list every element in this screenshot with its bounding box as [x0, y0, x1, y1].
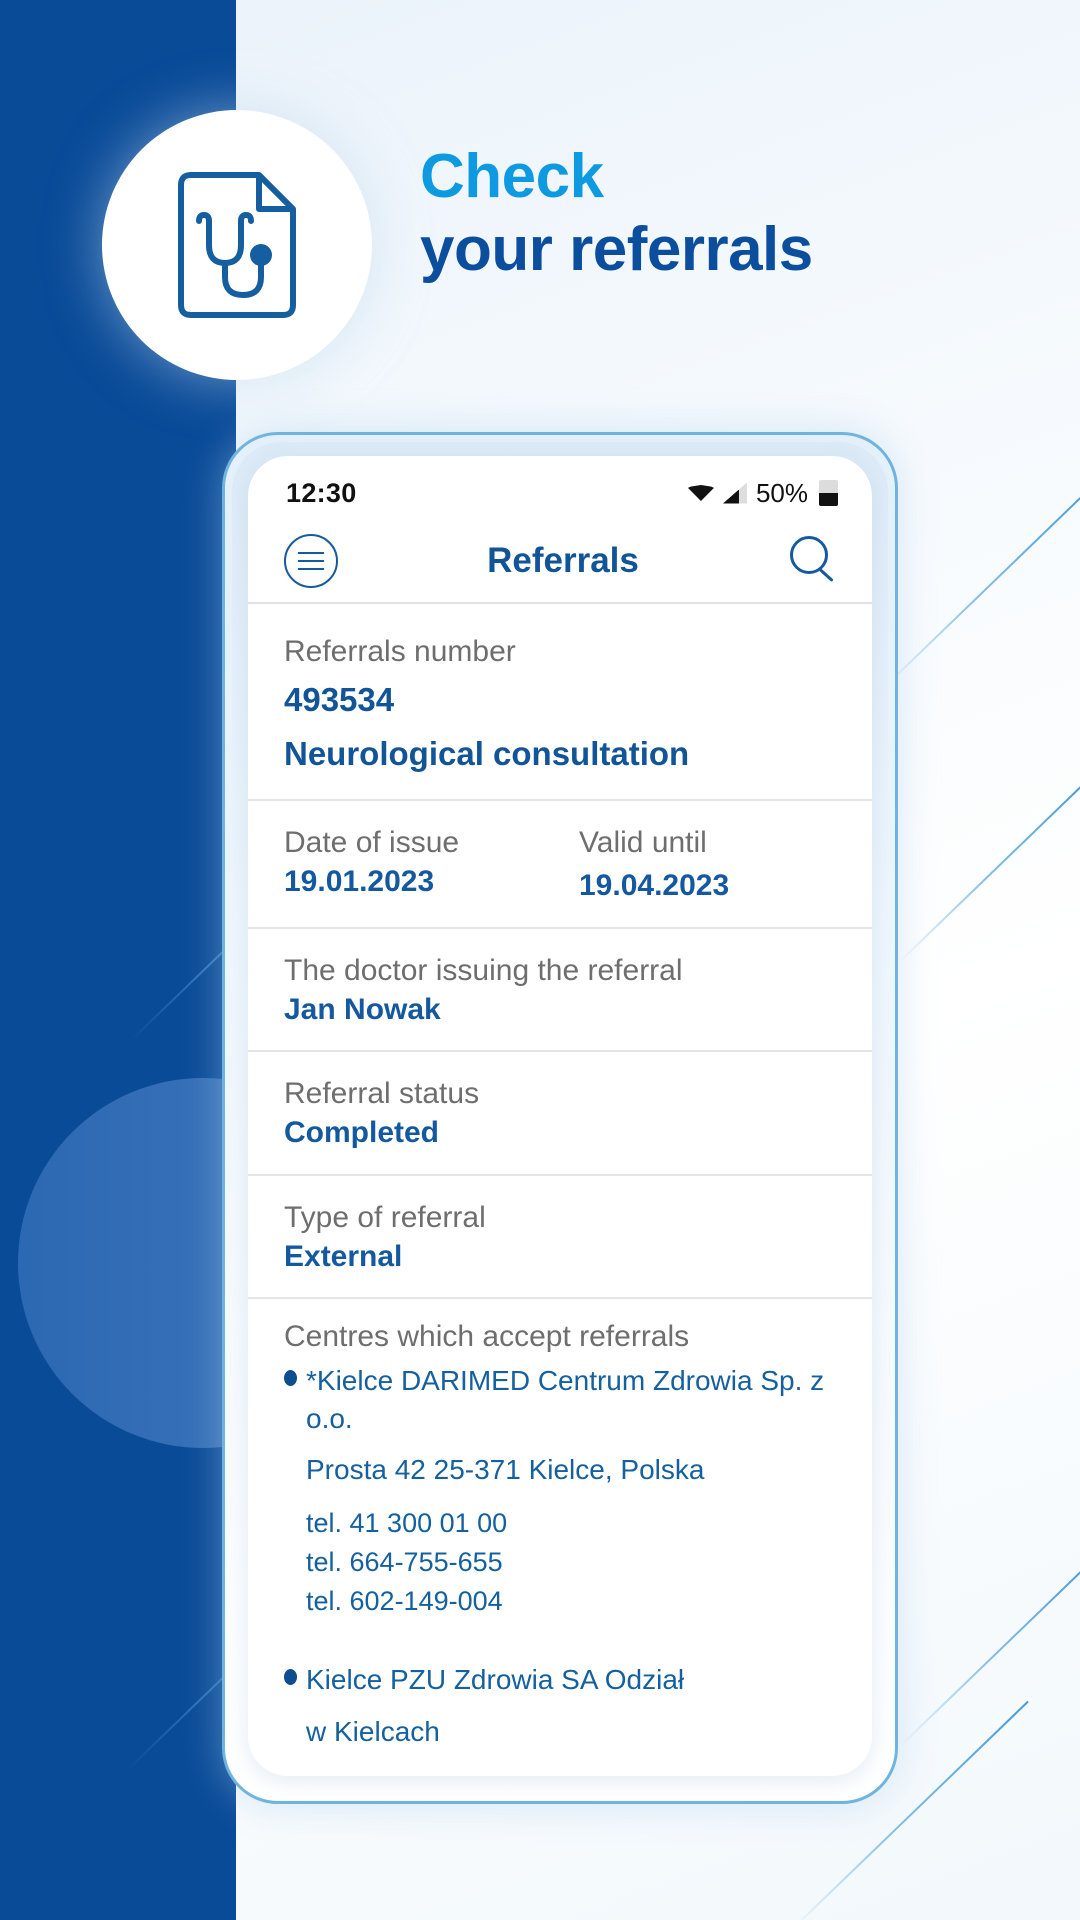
status-time: 12:30: [286, 477, 357, 508]
centre-address: Prosta 42 25-371 Kielce, Polska: [306, 1453, 705, 1485]
referral-status-section: Referral status Completed: [248, 1052, 872, 1176]
hero-title-line-1: Check: [420, 142, 604, 211]
centre-phone[interactable]: tel. 41 320 21 10: [306, 1769, 836, 1776]
document-stethoscope-icon: [178, 172, 296, 318]
referral-number-label: Referrals number: [284, 635, 516, 668]
hero-title: Check your referrals: [420, 140, 980, 286]
status-badge: Completed: [284, 1116, 440, 1149]
hamburger-menu-icon[interactable]: [284, 534, 338, 588]
centre-name-line-2: w Kielcach: [306, 1715, 440, 1747]
bullet-dot-icon: [284, 1370, 297, 1386]
centre-name: Kielce PZU Zdrowia SA Odział: [306, 1664, 685, 1696]
centre-phone[interactable]: tel. 664-755-655: [306, 1543, 836, 1582]
date-of-issue-block: Date of issue 19.01.2023: [284, 823, 541, 907]
referral-type-section: Type of referral External: [248, 1176, 872, 1299]
status-icons: 50%: [688, 478, 838, 509]
referral-name-value: Neurological consultation: [284, 735, 690, 772]
centre-phone-list: tel. 41 300 01 00 tel. 664-755-655 tel. …: [306, 1504, 836, 1621]
referral-dates-section: Date of issue 19.01.2023 Valid until 19.…: [248, 801, 872, 929]
valid-until-block: Valid until 19.04.2023: [541, 823, 836, 907]
centre-phone-list: tel. 41 320 21 10 tel. 665-700-600 tel. …: [306, 1769, 836, 1776]
wifi-icon: [688, 483, 714, 503]
referral-header-section: Referrals number 493534 Neurological con…: [248, 604, 872, 801]
centres-divider-space: [284, 1621, 836, 1655]
referral-status-label: Referral status: [284, 1077, 480, 1110]
list-item[interactable]: Kielce PZU Zdrowia SA Odział w Kielcach …: [284, 1661, 836, 1776]
centre-name-row: *Kielce DARIMED Centrum Zdrowia Sp. z o.…: [284, 1362, 836, 1438]
doctor-label: The doctor issuing the referral: [284, 953, 683, 987]
hero-title-line-2: your referrals: [420, 215, 813, 285]
battery-icon: [819, 480, 838, 506]
doctor-value: Jan Nowak: [284, 992, 441, 1026]
referral-number-value: 493534: [284, 681, 395, 718]
centres-label: Centres which accept referrals: [284, 1320, 690, 1353]
centre-phone[interactable]: tel. 602-149-004: [306, 1582, 836, 1621]
date-of-issue-label: Date of issue: [284, 826, 460, 859]
phone-screen: 12:30 50% Referrals Referrals number 493…: [248, 456, 872, 1776]
battery-percent-label: 50%: [755, 477, 808, 508]
status-bar: 12:30 50%: [248, 456, 872, 520]
centre-name-row: Kielce PZU Zdrowia SA Odział: [284, 1661, 836, 1699]
bullet-dot-icon: [284, 1669, 297, 1686]
valid-until-value: 19.04.2023: [579, 869, 730, 902]
search-icon[interactable]: [788, 536, 838, 586]
centre-phone[interactable]: tel. 41 300 01 00: [306, 1504, 836, 1543]
valid-until-label: Valid until: [579, 826, 707, 859]
list-item[interactable]: *Kielce DARIMED Centrum Zdrowia Sp. z o.…: [284, 1362, 836, 1621]
date-of-issue-value: 19.01.2023: [284, 865, 435, 898]
referral-doctor-section: The doctor issuing the referral Jan Nowa…: [248, 929, 872, 1052]
centres-section: Centres which accept referrals *Kielce D…: [248, 1299, 872, 1776]
centre-name: *Kielce DARIMED Centrum Zdrowia Sp. z o.…: [306, 1365, 825, 1434]
page-title: Referrals: [487, 541, 639, 580]
referral-type-value: External: [284, 1239, 403, 1273]
hero-icon-badge: [102, 110, 372, 380]
cellular-signal-icon: [723, 483, 747, 504]
app-bar: Referrals: [248, 520, 872, 604]
referral-type-label: Type of referral: [284, 1200, 486, 1234]
